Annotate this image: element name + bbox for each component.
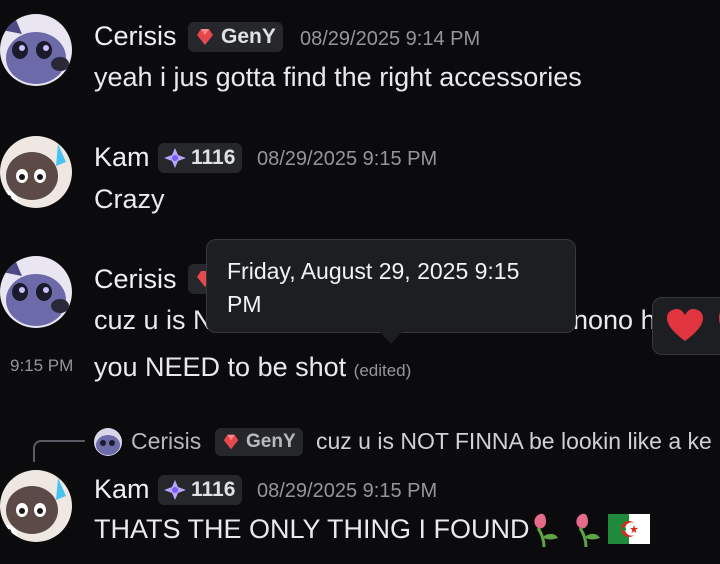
tooltip-text: Friday, August 29, 2025 9:15 PM (227, 258, 520, 317)
timestamp[interactable]: 08/29/2025 9:15 PM (257, 480, 437, 503)
message-text: THATS THE ONLY THING I FOUND (94, 514, 530, 544)
timestamp[interactable]: 08/29/2025 9:15 PM (257, 148, 437, 171)
heart-icon[interactable] (665, 308, 705, 344)
reply-connector (33, 440, 85, 462)
avatar-cerisis[interactable] (0, 256, 72, 328)
hover-timestamp[interactable]: 9:15 PM (10, 356, 73, 376)
role-tag[interactable]: 1116 (158, 143, 243, 173)
avatar-cerisis-image (0, 14, 72, 86)
message-text-partial: cuz u is N (94, 305, 213, 335)
purple-star-icon (164, 480, 186, 500)
message-body: you NEED to be shot (94, 352, 347, 382)
purple-star-icon (164, 148, 186, 168)
red-gem-icon (223, 434, 239, 450)
role-tag-label: GenY (221, 25, 276, 48)
algeria-flag-icon[interactable] (608, 514, 650, 544)
author-name[interactable]: Kam (94, 474, 150, 505)
avatar-kam[interactable]: ? (0, 136, 72, 208)
avatar-cerisis[interactable] (0, 14, 72, 86)
timestamp[interactable]: 08/29/2025 9:14 PM (300, 28, 480, 51)
reply-role-tag[interactable]: GenY (215, 428, 303, 456)
wilted-flower-icon[interactable] (530, 510, 562, 548)
message-text: yeah i jus gotta find the right accessor… (94, 62, 582, 92)
svg-text:?: ? (4, 526, 13, 542)
role-tag[interactable]: 1116 (158, 475, 243, 505)
heart-icon[interactable] (715, 308, 720, 344)
avatar-kam[interactable]: ? (0, 470, 72, 542)
author-name[interactable]: Kam (94, 142, 150, 173)
message-text-partial: nono h (573, 305, 656, 335)
message-text: Crazy (94, 184, 165, 214)
message-text: you NEED to be shot (edited) (94, 352, 411, 383)
edited-label: (edited) (353, 361, 412, 380)
avatar-kam-image: ? (0, 136, 72, 208)
reply-role-tag-label: GenY (246, 431, 296, 452)
avatar-cerisis-image (0, 256, 72, 328)
wilted-flower-icon[interactable] (572, 510, 604, 548)
reply-preview-text[interactable]: cuz u is NOT FINNA be lookin like a ke (316, 428, 712, 455)
tooltip-arrow (380, 332, 402, 344)
author-name[interactable]: Cerisis (94, 21, 177, 52)
role-tag-label: 1116 (191, 146, 236, 169)
role-tag-label: 1116 (191, 478, 236, 501)
timestamp-tooltip: Friday, August 29, 2025 9:15 PM (206, 239, 576, 333)
svg-text:?: ? (4, 192, 13, 208)
author-name[interactable]: Cerisis (94, 264, 177, 295)
reply-author-name[interactable]: Cerisis (131, 428, 201, 455)
red-gem-icon (197, 29, 213, 45)
reply-avatar-image (94, 428, 122, 456)
avatar-kam-image: ? (0, 470, 72, 542)
reaction-bar (652, 297, 720, 355)
reply-avatar[interactable] (94, 428, 122, 456)
role-tag[interactable]: GenY (188, 22, 283, 52)
